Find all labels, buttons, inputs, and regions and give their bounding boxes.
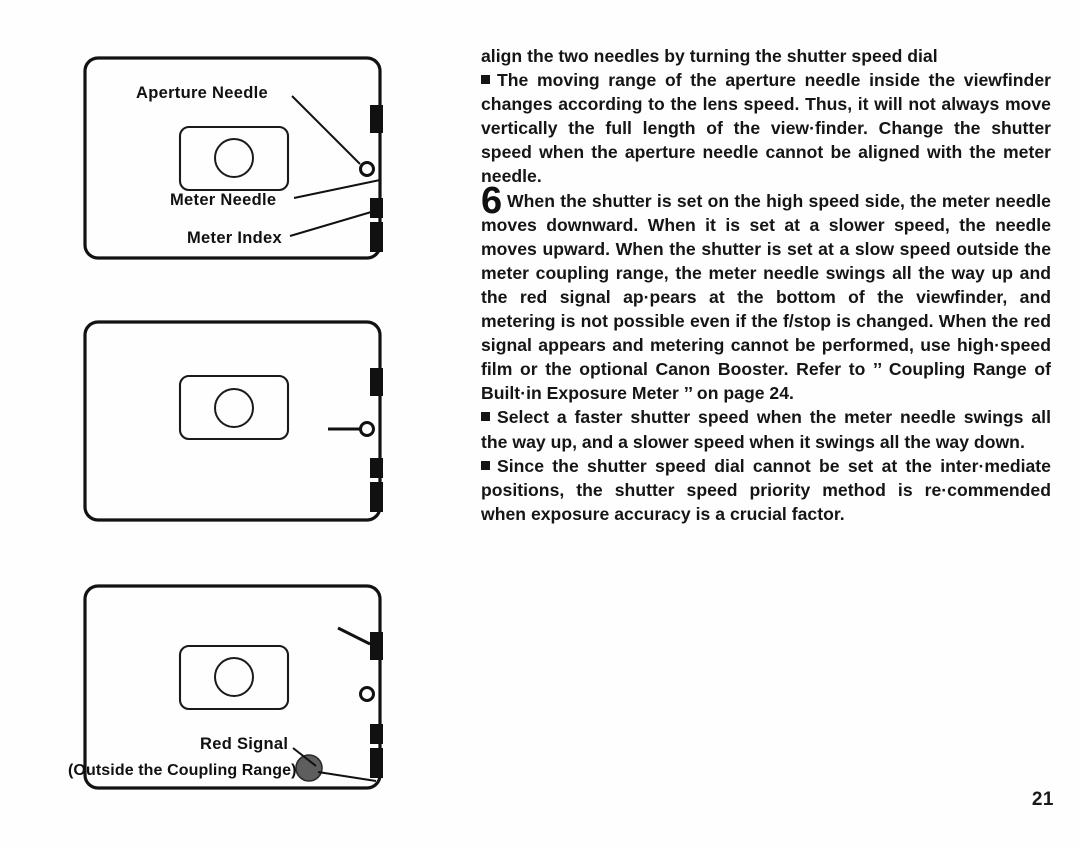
focusing-screen: [178, 125, 290, 192]
meter-index-notch-bottom: [370, 482, 383, 512]
bullet-3-text: Since the shutter speed dial cannot be s…: [481, 455, 1051, 524]
microprism-circle: [214, 657, 254, 697]
figure-viewfinder-aligned: [60, 310, 405, 535]
label-outside-coupling-range: (Outside the Coupling Range): [68, 762, 297, 779]
paragraph-bullet-1: The moving range of the aperture needle …: [481, 68, 1051, 188]
label-red-signal: Red Signal: [200, 735, 288, 753]
microprism-circle: [214, 138, 254, 178]
figure-viewfinder-labeled: Aperture Needle Meter Needle Meter Index: [60, 40, 405, 280]
leader-red-signal-edge: [317, 771, 377, 782]
leader-aperture-needle: [291, 95, 361, 165]
bullet-square-icon: [481, 412, 490, 422]
meter-index-notch-lower: [370, 458, 383, 478]
microprism-circle: [214, 388, 254, 428]
paragraph-step-6: 6 When the shutter is set on the high sp…: [481, 179, 1051, 406]
label-meter-needle: Meter Needle: [170, 191, 276, 209]
meter-index-notch-lower: [370, 724, 383, 744]
meter-index-notch-bottom: [370, 748, 383, 778]
label-aperture-needle: Aperture Needle: [136, 84, 268, 102]
aperture-needle-tip: [359, 161, 375, 177]
focusing-screen: [178, 644, 290, 711]
figure-viewfinder-red-signal: Red Signal (Outside the Coupling Range): [60, 572, 405, 807]
viewfinder-outline: [83, 320, 382, 522]
figure-column: Aperture Needle Meter Needle Meter Index: [0, 0, 470, 847]
bullet-2-text: Select a faster shutter speed when the m…: [481, 407, 1051, 452]
meter-index-notch-lower: [370, 198, 383, 218]
leader-meter-index: [289, 209, 379, 237]
page-number: 21: [1031, 789, 1054, 810]
bullet-1-text: The moving range of the aperture needle …: [481, 70, 1051, 187]
paragraph-bullet-3: Since the shutter speed dial cannot be s…: [481, 454, 1051, 526]
focusing-screen: [178, 374, 290, 441]
meter-index-notch-upper: [370, 105, 383, 133]
step-number-6: 6: [481, 179, 503, 222]
viewfinder-outline: [83, 584, 382, 790]
label-meter-index: Meter Index: [187, 229, 283, 247]
paragraph-bullet-2: Select a faster shutter speed when the m…: [481, 405, 1051, 453]
meter-index-notch-upper: [370, 368, 383, 396]
step-6-text: When the shutter is set on the high spee…: [481, 190, 1051, 404]
meter-index-notch-upper: [370, 632, 383, 660]
leader-meter-needle: [293, 179, 381, 199]
paragraph-lead-line: align the two needles by turning the shu…: [481, 46, 938, 66]
aperture-needle-tip: [359, 686, 375, 702]
bullet-square-icon: [481, 460, 490, 470]
meter-index-notch-bottom: [370, 222, 383, 252]
aperture-needle-tip: [359, 421, 375, 437]
manual-page: Aperture Needle Meter Needle Meter Index: [0, 0, 1080, 847]
meter-needle-swung-up: [337, 626, 371, 646]
bullet-square-icon: [481, 75, 490, 85]
red-signal-indicator: [295, 754, 323, 782]
body-text-column: align the two needles by turning the shu…: [481, 44, 1051, 526]
